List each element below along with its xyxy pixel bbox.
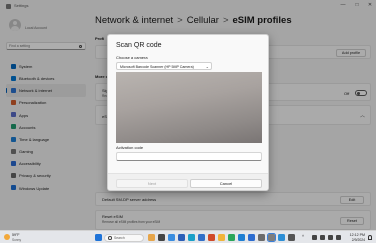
app-icon[interactable] [178, 234, 185, 241]
cancel-button[interactable]: Cancel [190, 179, 262, 188]
app-icon[interactable] [198, 234, 205, 241]
explorer-icon[interactable] [218, 234, 225, 241]
weather-temperature: 59°F [12, 233, 20, 237]
camera-selected-value: Microsoft Barcode Scanner (HP 5MP Camera… [120, 64, 194, 69]
next-button[interactable]: Next [116, 179, 188, 188]
bell-icon[interactable] [368, 235, 372, 240]
camera-label: Choose a camera [116, 55, 148, 60]
app-icon[interactable] [168, 234, 175, 241]
app-icon[interactable] [288, 234, 295, 241]
activation-code-label: Activation code [116, 145, 144, 150]
sun-icon [4, 234, 10, 240]
taskbar: 59°F Sunny Search ^ 12:12 PM 2/9/2024 [0, 230, 376, 243]
clock-date[interactable]: 2/9/2024 [345, 238, 365, 242]
app-icon[interactable] [258, 234, 265, 241]
tray-overflow-chevron[interactable]: ^ [302, 234, 304, 239]
volume-icon[interactable] [328, 235, 333, 240]
scan-qr-dialog: Scan QR code Choose a camera Microsoft B… [107, 34, 269, 191]
edge-icon[interactable] [188, 234, 195, 241]
app-icon[interactable] [278, 234, 285, 241]
taskview-icon[interactable] [158, 234, 165, 241]
cellular-icon[interactable] [320, 235, 325, 240]
weather-condition: Sunny [12, 237, 22, 242]
taskbar-search[interactable]: Search [104, 233, 144, 242]
taskbar-search-text: Search [114, 235, 125, 240]
start-icon[interactable] [95, 234, 102, 241]
activation-code-input[interactable] [116, 152, 262, 161]
chevron-down-icon: ⌄ [205, 63, 209, 69]
settings-icon[interactable] [267, 233, 276, 242]
app-icon[interactable] [238, 234, 245, 241]
search-icon [108, 236, 112, 240]
app-icon[interactable] [148, 234, 155, 241]
battery-icon[interactable] [336, 235, 341, 240]
camera-preview [116, 72, 262, 143]
app-icon[interactable] [248, 234, 255, 241]
store-icon[interactable] [228, 234, 235, 241]
clock-time[interactable]: 12:12 PM [345, 233, 365, 237]
weather-widget[interactable]: 59°F Sunny [4, 233, 34, 242]
camera-select[interactable]: Microsoft Barcode Scanner (HP 5MP Camera… [116, 62, 212, 70]
dialog-title: Scan QR code [116, 42, 162, 49]
dialog-footer: Next Cancel [108, 173, 268, 190]
wifi-icon[interactable] [312, 235, 317, 240]
app-icon[interactable] [208, 234, 215, 241]
